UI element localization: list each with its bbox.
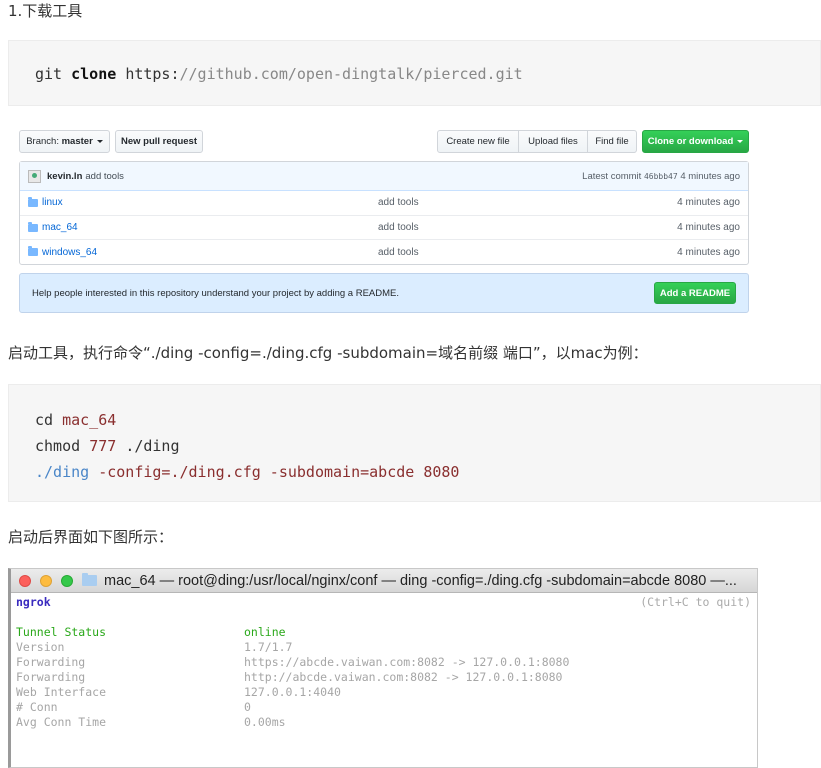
folder-icon bbox=[28, 197, 38, 207]
branch-name: master bbox=[61, 136, 93, 147]
new-pull-request-button[interactable]: New pull request bbox=[115, 130, 203, 153]
terminal-row-value: 1.7/1.7 bbox=[244, 640, 293, 654]
caret-down-icon bbox=[96, 140, 103, 143]
terminal-row-label: Version bbox=[16, 640, 65, 654]
terminal-row-label: # Conn bbox=[16, 700, 58, 714]
file-name-link[interactable]: linux bbox=[42, 197, 63, 208]
code-line: cd mac_64 bbox=[35, 407, 820, 433]
terminal-window: mac_64 — root@ding:/usr/local/nginx/conf… bbox=[8, 568, 758, 768]
terminal-title-bar: mac_64 — root@ding:/usr/local/nginx/conf… bbox=[11, 569, 757, 593]
upload-files-button[interactable]: Upload files bbox=[518, 130, 588, 153]
code-token: https: bbox=[125, 65, 180, 83]
quit-hint: (Ctrl+C to quit) bbox=[640, 595, 751, 609]
clone-label: Clone or download bbox=[647, 136, 734, 147]
file-commit-message[interactable]: add tools bbox=[378, 197, 419, 208]
step2-heading: 启动工具，执行命令“./ding -config=./ding.cfg -sub… bbox=[8, 344, 648, 362]
start-command-code-block: cd mac_64 chmod 777 ./ding ./ding -confi… bbox=[8, 384, 821, 502]
commit-author[interactable]: kevin.ln bbox=[47, 171, 82, 182]
file-name-link[interactable]: windows_64 bbox=[42, 247, 97, 258]
file-age: 4 minutes ago bbox=[677, 197, 740, 209]
terminal-row-label: Forwarding bbox=[16, 670, 86, 684]
minimize-window-icon[interactable] bbox=[40, 574, 52, 587]
step1-heading: 1.下载工具 bbox=[8, 2, 83, 20]
file-row: linux add tools 4 minutes ago bbox=[20, 191, 748, 216]
latest-commit-info: Latest commit 46bbb47 4 minutes ago bbox=[582, 171, 740, 182]
code-line: chmod 777 ./ding bbox=[35, 433, 820, 459]
code-token: mac_64 bbox=[62, 411, 117, 429]
commit-message[interactable]: add tools bbox=[85, 171, 124, 182]
latest-commit-label: Latest commit bbox=[582, 171, 642, 182]
readme-prompt-text: Help people interested in this repositor… bbox=[32, 287, 400, 299]
code-token: ./ding bbox=[125, 437, 180, 455]
commit-sha[interactable]: 46bbb47 bbox=[644, 172, 678, 181]
create-new-file-button[interactable]: Create new file bbox=[437, 130, 519, 153]
folder-icon bbox=[28, 246, 38, 256]
file-commit-message[interactable]: add tools bbox=[378, 222, 419, 233]
terminal-row-value: 0 bbox=[244, 700, 251, 714]
ngrok-app-name: ngrok bbox=[16, 595, 51, 609]
find-file-button[interactable]: Find file bbox=[587, 130, 637, 153]
branch-prefix: Branch: bbox=[26, 136, 59, 147]
code-token: git bbox=[35, 65, 63, 83]
terminal-row-value: 0.00ms bbox=[244, 715, 286, 729]
code-keyword: clone bbox=[71, 65, 117, 83]
add-readme-button[interactable]: Add a README bbox=[654, 282, 736, 304]
avatar-icon bbox=[28, 169, 41, 183]
terminal-output: ngrok (Ctrl+C to quit) Tunnel Status onl… bbox=[11, 593, 757, 767]
code-token: chmod bbox=[35, 437, 81, 455]
latest-commit-bar: kevin.ln add tools Latest commit 46bbb47… bbox=[20, 162, 748, 191]
branch-select-button[interactable]: Branch: master bbox=[19, 130, 110, 153]
code-url: //github.com/open-dingtalk/pierced.git bbox=[179, 65, 523, 83]
step3-heading: 启动后界面如下图所示： bbox=[8, 528, 174, 546]
clone-or-download-button[interactable]: Clone or download bbox=[642, 130, 749, 153]
terminal-row-value: online bbox=[244, 625, 286, 639]
zoom-window-icon[interactable] bbox=[61, 574, 73, 587]
commit-age: 4 minutes ago bbox=[680, 171, 740, 182]
terminal-title: mac_64 — root@ding:/usr/local/nginx/conf… bbox=[104, 572, 737, 589]
terminal-row-value: 127.0.0.1:4040 bbox=[244, 685, 341, 699]
file-row: mac_64 add tools 4 minutes ago bbox=[20, 216, 748, 240]
code-token: -config=./ding.cfg -subdomain=abcde 8080 bbox=[98, 463, 460, 481]
folder-icon bbox=[82, 573, 97, 586]
file-name-link[interactable]: mac_64 bbox=[42, 222, 78, 233]
terminal-row-value: http://abcde.vaiwan.com:8082 -> 127.0.0.… bbox=[244, 670, 563, 684]
folder-icon bbox=[28, 221, 38, 232]
file-row: windows_64 add tools 4 minutes ago bbox=[20, 240, 748, 265]
terminal-row-value: https://abcde.vaiwan.com:8082 -> 127.0.0… bbox=[244, 655, 570, 669]
file-commit-message[interactable]: add tools bbox=[378, 247, 419, 258]
code-token: cd bbox=[35, 411, 54, 429]
terminal-row-label: Avg Conn Time bbox=[16, 715, 107, 729]
caret-down-icon bbox=[737, 140, 744, 143]
terminal-row-label: Tunnel Status bbox=[16, 625, 107, 639]
file-age: 4 minutes ago bbox=[677, 246, 740, 258]
file-list: kevin.ln add tools Latest commit 46bbb47… bbox=[19, 161, 749, 265]
file-age: 4 minutes ago bbox=[677, 221, 740, 233]
git-clone-code-block: git clone https://github.com/open-dingta… bbox=[8, 40, 821, 106]
code-line: ./ding -config=./ding.cfg -subdomain=abc… bbox=[35, 459, 820, 485]
readme-prompt-banner: Help people interested in this repositor… bbox=[19, 273, 749, 313]
terminal-row-label: Forwarding bbox=[16, 655, 86, 669]
code-path: ./ding bbox=[35, 463, 90, 481]
terminal-row-label: Web Interface bbox=[16, 685, 107, 699]
close-window-icon[interactable] bbox=[19, 574, 31, 587]
code-number: 777 bbox=[89, 437, 117, 455]
